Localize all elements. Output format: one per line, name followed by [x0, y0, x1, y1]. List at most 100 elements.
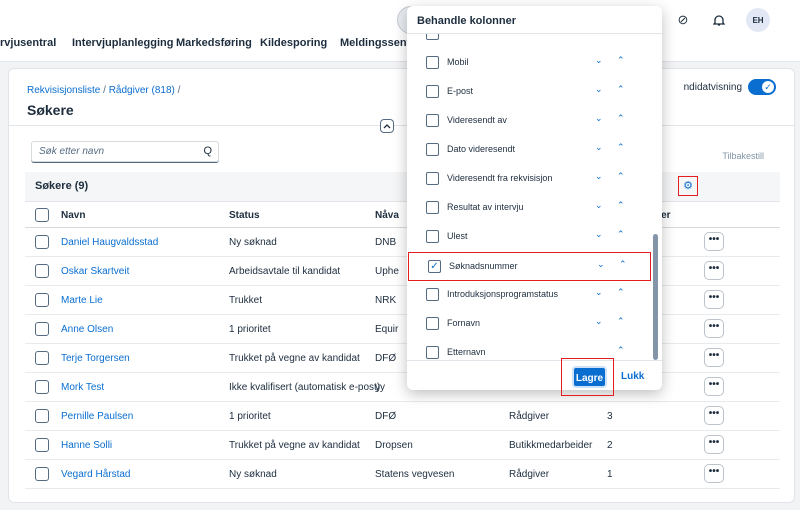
- bell-icon[interactable]: [710, 11, 728, 29]
- applicant-title: Rådgiver: [509, 469, 550, 480]
- save-button[interactable]: Lagre: [572, 366, 607, 388]
- chevron-down-icon[interactable]: ⌄: [597, 259, 605, 270]
- breadcrumb-rekvisisjonsliste[interactable]: Rekvisisjonsliste: [27, 85, 100, 96]
- applicant-name-link[interactable]: Daniel Haugvaldsstad: [61, 237, 158, 248]
- row-checkbox[interactable]: [35, 467, 49, 481]
- row-more-button[interactable]: •••: [704, 435, 724, 454]
- col-header-navarende[interactable]: Nåva: [375, 210, 399, 221]
- row-more-button[interactable]: •••: [704, 261, 724, 280]
- applicant-name-link[interactable]: Terje Torgersen: [61, 353, 130, 364]
- top-navigation: rvjusentral Intervjuplanlegging Markedsf…: [0, 0, 800, 62]
- column-option[interactable]: Fornavn ⌄ ⌃: [407, 310, 651, 339]
- column-option[interactable]: Resultat av intervju ⌄ ⌃: [407, 194, 651, 223]
- applicant-name-link[interactable]: Oskar Skartveit: [61, 266, 129, 277]
- column-option[interactable]: Mobil ⌄ ⌃: [407, 49, 651, 78]
- column-checkbox[interactable]: [426, 85, 439, 98]
- tasks-check-icon[interactable]: ⊘: [674, 11, 692, 29]
- column-option[interactable]: Ulest ⌄ ⌃: [407, 223, 651, 252]
- row-more-button[interactable]: •••: [704, 377, 724, 396]
- chevron-down-icon[interactable]: ⌄: [595, 142, 603, 153]
- row-more-button[interactable]: •••: [704, 464, 724, 483]
- column-option[interactable]: Etternavn ⌃: [407, 339, 651, 360]
- row-checkbox[interactable]: [35, 322, 49, 336]
- close-button[interactable]: Lukk: [621, 371, 644, 382]
- chevron-up-icon[interactable]: ⌃: [617, 34, 625, 37]
- column-checkbox[interactable]: [426, 34, 439, 40]
- name-search-input[interactable]: Søk etter navn Q: [31, 141, 219, 163]
- chevron-down-icon[interactable]: ⌄: [595, 200, 603, 211]
- column-checkbox[interactable]: [426, 56, 439, 69]
- kandidatvisning-toggle[interactable]: [748, 79, 776, 95]
- row-checkbox[interactable]: [35, 438, 49, 452]
- table-row: Daniel Haugvaldsstad Ny søknad DNB •••: [25, 228, 780, 257]
- column-checkbox[interactable]: [426, 172, 439, 185]
- chevron-down-icon[interactable]: ⌄: [595, 84, 603, 95]
- search-icon[interactable]: Q: [203, 145, 212, 157]
- chevron-up-icon[interactable]: ⌃: [619, 259, 627, 270]
- row-checkbox[interactable]: [35, 351, 49, 365]
- chevron-down-icon[interactable]: ⌄: [595, 229, 603, 240]
- column-checkbox[interactable]: [426, 230, 439, 243]
- row-checkbox[interactable]: [35, 235, 49, 249]
- avatar[interactable]: EH: [746, 8, 770, 32]
- applicant-name-link[interactable]: Vegard Hårstad: [61, 469, 131, 480]
- row-more-button[interactable]: •••: [704, 232, 724, 251]
- collapse-header-button[interactable]: [380, 119, 394, 133]
- column-checkbox[interactable]: [426, 317, 439, 330]
- column-option[interactable]: Videresendt av ⌄ ⌃: [407, 107, 651, 136]
- gear-icon[interactable]: ⚙: [678, 176, 698, 196]
- column-option[interactable]: ⌄⌃: [407, 34, 651, 49]
- chevron-up-icon[interactable]: ⌃: [617, 55, 625, 66]
- applicant-name-link[interactable]: Hanne Solli: [61, 440, 112, 451]
- applicant-name-link[interactable]: Marte Lie: [61, 295, 103, 306]
- chevron-up-icon[interactable]: ⌃: [617, 171, 625, 182]
- nav-tab-kildesporing[interactable]: Kildesporing: [260, 37, 327, 49]
- applicant-name-link[interactable]: Pernille Paulsen: [61, 411, 133, 422]
- chevron-up-icon[interactable]: ⌃: [617, 316, 625, 327]
- row-checkbox[interactable]: [35, 380, 49, 394]
- chevron-down-icon[interactable]: ⌄: [595, 171, 603, 182]
- row-checkbox[interactable]: [35, 264, 49, 278]
- col-header-status[interactable]: Status: [229, 210, 260, 221]
- column-checkbox[interactable]: [426, 346, 439, 359]
- chevron-up-icon[interactable]: ⌃: [617, 142, 625, 153]
- chevron-down-icon[interactable]: ⌄: [595, 55, 603, 66]
- row-checkbox[interactable]: [35, 409, 49, 423]
- chevron-up-icon[interactable]: ⌃: [617, 84, 625, 95]
- chevron-up-icon[interactable]: ⌃: [617, 113, 625, 124]
- tilbakestill-button[interactable]: Tilbakestill: [722, 151, 764, 161]
- row-more-button[interactable]: •••: [704, 290, 724, 309]
- nav-tab-intervjusentral[interactable]: rvjusentral: [0, 37, 56, 49]
- chevron-down-icon[interactable]: ⌄: [595, 316, 603, 327]
- chevron-down-icon[interactable]: ⌄: [595, 287, 603, 298]
- applicant-employer: NRK: [375, 295, 397, 306]
- column-option[interactable]: ✓ Søknadsnummer ⌄ ⌃: [408, 252, 651, 281]
- chevron-up-icon[interactable]: ⌃: [617, 345, 625, 356]
- chevron-down-icon[interactable]: ⌄: [595, 34, 603, 37]
- nav-tab-intervjuplanlegging[interactable]: Intervjuplanlegging: [72, 37, 173, 49]
- chevron-up-icon[interactable]: ⌃: [617, 200, 625, 211]
- column-checkbox[interactable]: [426, 114, 439, 127]
- select-all-checkbox[interactable]: [35, 208, 49, 222]
- applicant-name-link[interactable]: Anne Olsen: [61, 324, 113, 335]
- row-more-button[interactable]: •••: [704, 348, 724, 367]
- chevron-up-icon[interactable]: ⌃: [617, 287, 625, 298]
- column-checkbox[interactable]: [426, 201, 439, 214]
- column-checkbox[interactable]: [426, 288, 439, 301]
- chevron-up-icon[interactable]: ⌃: [617, 229, 625, 240]
- column-checkbox[interactable]: [426, 143, 439, 156]
- column-option[interactable]: Introduksjonsprogramstatus ⌄ ⌃: [407, 281, 651, 310]
- applicant-name-link[interactable]: Mork Test: [61, 382, 104, 393]
- col-header-navn[interactable]: Navn: [61, 210, 85, 221]
- row-more-button[interactable]: •••: [704, 406, 724, 425]
- column-option[interactable]: Dato videresendt ⌄ ⌃: [407, 136, 651, 165]
- scrollbar-thumb[interactable]: [653, 234, 658, 360]
- column-option[interactable]: Videresendt fra rekvisisjon ⌄ ⌃: [407, 165, 651, 194]
- nav-tab-markedsforing[interactable]: Markedsføring: [176, 37, 252, 49]
- column-checkbox[interactable]: ✓: [428, 260, 441, 273]
- row-more-button[interactable]: •••: [704, 319, 724, 338]
- row-checkbox[interactable]: [35, 293, 49, 307]
- column-option[interactable]: E-post ⌄ ⌃: [407, 78, 651, 107]
- breadcrumb-radgiver[interactable]: Rådgiver (818): [109, 85, 175, 96]
- chevron-down-icon[interactable]: ⌄: [595, 113, 603, 124]
